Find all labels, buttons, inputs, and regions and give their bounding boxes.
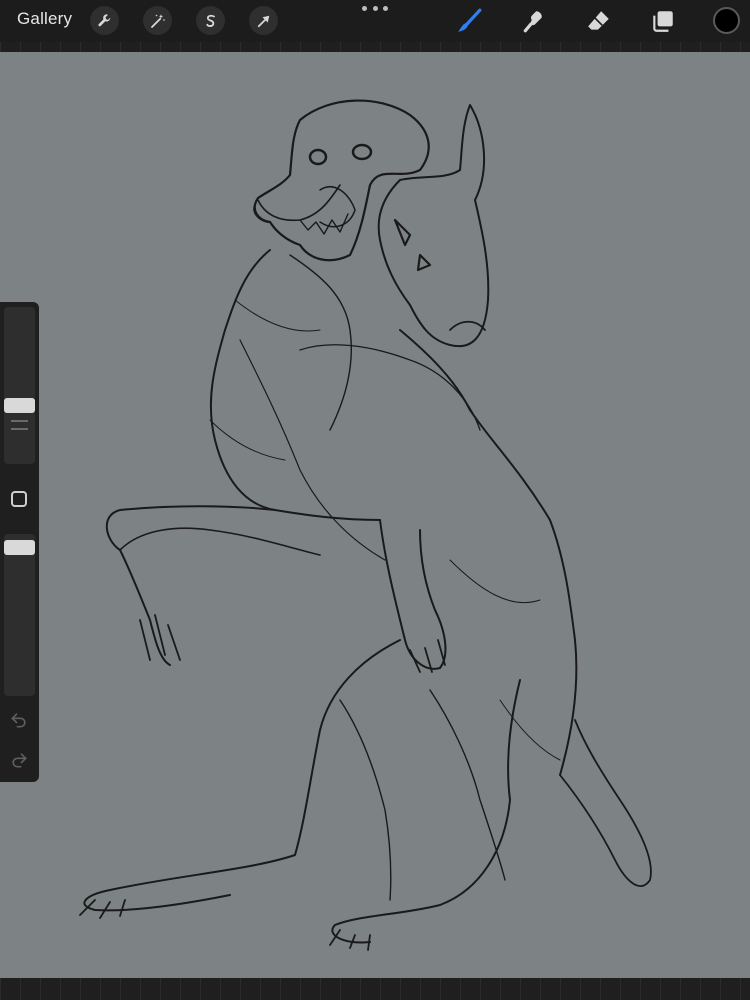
magic-wand-icon [150,13,165,28]
more-options-button[interactable] [362,3,388,13]
eraser-tool-button[interactable] [584,6,614,36]
actions-button[interactable] [90,6,119,35]
smudge-tool-button[interactable] [519,6,549,36]
smudge-icon [523,11,542,33]
layers-icon [653,11,673,32]
eraser-icon [588,11,609,30]
drawing-canvas[interactable] [0,52,750,978]
color-picker-button[interactable] [713,7,740,34]
brush-tool-button[interactable] [454,6,484,36]
selection-button[interactable] [196,6,225,35]
dot-icon [362,5,367,11]
brush-size-thumb[interactable] [4,398,35,413]
slider-grip-line [11,428,28,430]
adjustments-button[interactable] [143,6,172,35]
sketch-artwork [79,99,652,951]
layers-button[interactable] [648,6,678,36]
opacity-thumb[interactable] [4,540,35,555]
undo-icon [11,713,26,728]
dot-icon [372,5,378,11]
brush-size-slider[interactable] [4,307,35,464]
gallery-button[interactable]: Gallery [17,9,72,29]
undo-button[interactable] [9,710,29,730]
top-edge-strip [0,42,750,52]
redo-button[interactable] [9,750,29,770]
redo-icon [12,753,27,768]
arrow-cursor-icon [257,15,269,27]
slider-grip-line [11,420,28,422]
bottom-edge-strip [0,978,750,1000]
transform-button[interactable] [249,6,278,35]
sidebar-panel [0,302,39,782]
dot-icon [383,5,388,11]
brush-icon [458,8,482,32]
opacity-slider[interactable] [4,534,35,696]
selection-s-icon [205,14,215,27]
modify-button[interactable] [11,491,27,507]
top-toolbar: Gallery [0,0,750,42]
wrench-icon [97,13,110,26]
